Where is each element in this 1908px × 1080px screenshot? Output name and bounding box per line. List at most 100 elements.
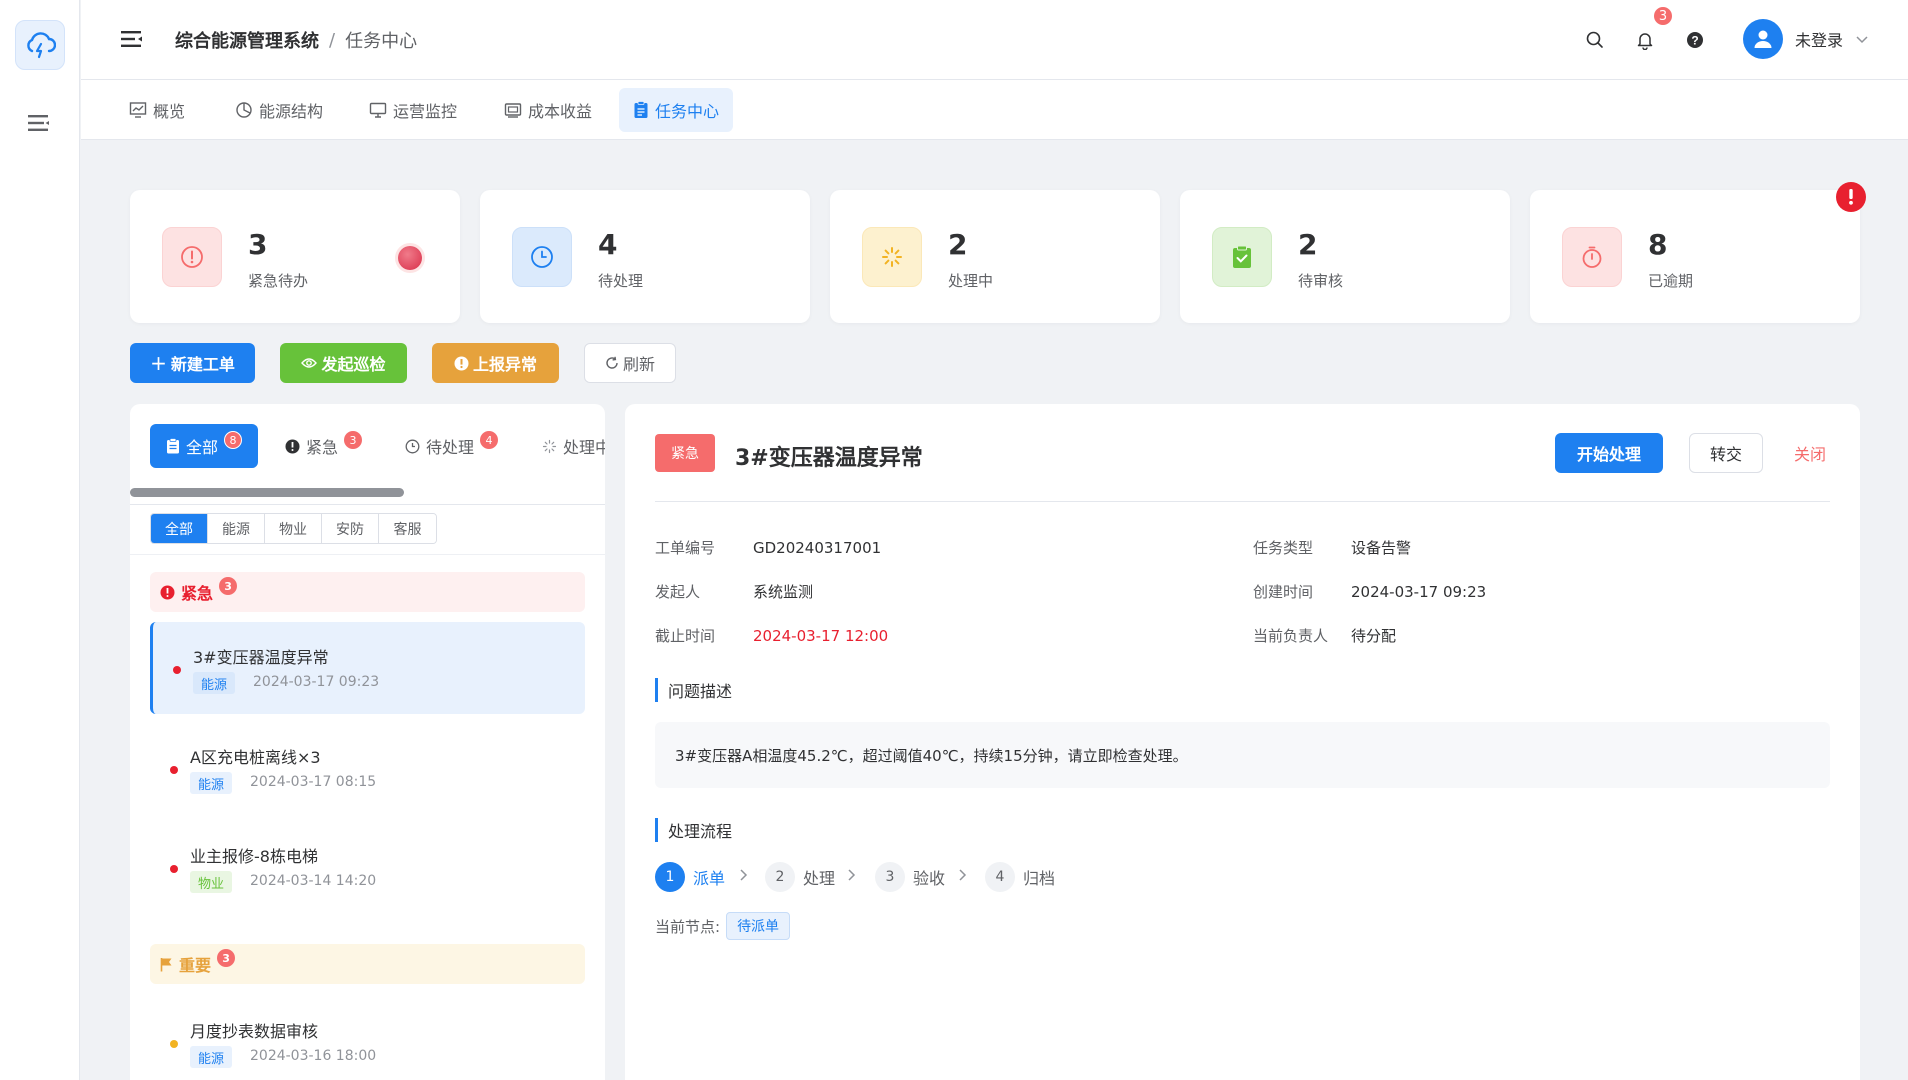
clock-icon [405, 439, 420, 453]
group-header-important[interactable]: 重要 3 [150, 944, 585, 984]
help-icon[interactable]: ? [1685, 30, 1705, 54]
chevron-down-icon [1856, 36, 1868, 44]
alert-circle-icon [454, 356, 469, 370]
task-tag: 能源 [193, 672, 236, 694]
flow-step-dispatch[interactable]: 1 派单 [655, 862, 725, 892]
tab-label: 任务中心 [655, 102, 720, 121]
start-process-button[interactable]: 开始处理 [1555, 433, 1663, 473]
chevron-right-icon [740, 869, 748, 881]
category-security[interactable]: 安防 [322, 514, 379, 543]
breadcrumb: 综合能源管理系统 / 任务中心 [175, 27, 417, 53]
task-time: 2024-03-17 09:23 [253, 674, 380, 690]
field-label: 任务类型 [1253, 539, 1314, 557]
tab-energy-structure[interactable]: 能源结构 [221, 88, 337, 132]
menu-icon[interactable] [28, 114, 50, 136]
breadcrumb-app[interactable]: 综合能源管理系统 [175, 27, 319, 53]
field-value: 2024-03-17 09:23 [1351, 583, 1487, 601]
stat-value: 3 [248, 228, 268, 261]
pulse-dot-icon [398, 246, 422, 270]
field-order-no: 工单编号 GD20240317001 [655, 537, 881, 558]
category-service[interactable]: 客服 [379, 514, 436, 543]
stat-card-urgent[interactable]: 3 紧急待办 [130, 190, 460, 323]
start-inspection-button[interactable]: 发起巡检 [280, 343, 407, 383]
task-item[interactable]: 月度抄表数据审核 能源 2024-03-16 18:00 [150, 996, 585, 1080]
left-rail [0, 0, 80, 1080]
stat-card-processing[interactable]: 2 处理中 [830, 190, 1160, 323]
svg-text:?: ? [1691, 34, 1698, 48]
stat-card-review[interactable]: 2 待审核 [1180, 190, 1510, 323]
tab-cost-revenue[interactable]: 成本收益 [490, 88, 606, 132]
refresh-label: 刷新 [622, 355, 655, 374]
user-name: 未登录 [1794, 31, 1843, 50]
tab-task-center[interactable]: 任务中心 [619, 88, 734, 132]
category-all[interactable]: 全部 [151, 514, 208, 543]
search-icon[interactable] [1585, 30, 1605, 54]
urgent-alert-icon [162, 227, 222, 287]
field-label: 工单编号 [655, 539, 716, 557]
user-menu[interactable]: 未登录 [1742, 19, 1869, 59]
breadcrumb-current: 任务中心 [345, 31, 418, 52]
flow-step-acceptance[interactable]: 3 验收 [875, 862, 945, 892]
chevron-right-icon [848, 869, 856, 881]
field-label: 发起人 [655, 583, 701, 601]
stat-card-overdue[interactable]: 8 已逾期 [1530, 182, 1866, 323]
status-tab-urgent[interactable]: 紧急 3 [285, 424, 363, 468]
tabs-scrollbar[interactable] [130, 488, 404, 497]
task-item[interactable]: 3#变压器温度异常 能源 2024-03-17 09:23 [150, 622, 585, 714]
status-tab-processing[interactable]: 处理中 [542, 424, 605, 468]
field-value: 系统监测 [753, 583, 814, 601]
group-count: 3 [219, 577, 238, 595]
plus-icon: + [150, 351, 167, 375]
step-label: 派单 [693, 869, 726, 888]
divider [130, 504, 605, 505]
close-button[interactable]: 关闭 [1785, 433, 1835, 473]
clipboard-icon [634, 101, 648, 118]
bell-icon[interactable] [1635, 30, 1655, 54]
step-number: 1 [655, 862, 685, 892]
tab-operation-monitor[interactable]: 运营监控 [355, 88, 471, 132]
stat-card-pending[interactable]: 4 待处理 [480, 190, 810, 323]
task-title: 月度抄表数据审核 [190, 1022, 319, 1041]
task-time: 2024-03-16 18:00 [250, 1048, 377, 1064]
task-item[interactable]: A区充电桩离线×3 能源 2024-03-17 08:15 [150, 722, 585, 814]
alert-circle-icon [160, 585, 175, 599]
tab-overview[interactable]: 概览 [115, 88, 199, 132]
task-item[interactable]: 业主报修-8栋电梯 物业 2024-03-14 14:20 [150, 821, 585, 913]
transfer-button[interactable]: 转交 [1689, 433, 1763, 473]
notification-badge: 3 [1652, 5, 1674, 27]
user-icon [1754, 30, 1772, 48]
clock-icon [512, 227, 572, 287]
section-flow-title: 处理流程 [655, 818, 732, 842]
new-order-button[interactable]: + 新建工单 [130, 343, 255, 383]
category-energy[interactable]: 能源 [208, 514, 265, 543]
collapse-menu-icon[interactable] [121, 30, 143, 52]
category-filter: 全部 能源 物业 安防 客服 [150, 513, 437, 544]
category-property[interactable]: 物业 [265, 514, 322, 543]
status-tab-pending[interactable]: 待处理 4 [405, 424, 499, 468]
divider [655, 501, 1830, 502]
report-anomaly-button[interactable]: 上报异常 [432, 343, 559, 383]
stat-label: 处理中 [948, 272, 994, 290]
money-icon [504, 103, 522, 118]
logo[interactable] [15, 20, 65, 70]
group-header-urgent[interactable]: 紧急 3 [150, 572, 585, 612]
task-detail-panel: 紧急 3#变压器温度异常 开始处理 转交 关闭 工单编号 GD2024031700… [625, 404, 1860, 1080]
priority-dot [173, 666, 181, 674]
stopwatch-icon [1562, 227, 1622, 287]
loading-icon [862, 227, 922, 287]
status-tab-all[interactable]: 全部 8 [150, 424, 259, 468]
stat-value: 2 [1298, 228, 1318, 261]
new-order-label: 新建工单 [170, 355, 235, 374]
task-time: 2024-03-14 14:20 [250, 873, 377, 889]
flow-step-archive[interactable]: 4 归档 [985, 862, 1055, 892]
task-tag: 能源 [190, 772, 233, 794]
refresh-button[interactable]: 刷新 [584, 343, 676, 383]
cloud-bolt-icon [27, 32, 56, 59]
refresh-icon [606, 356, 618, 369]
current-node: 当前节点: 待派单 [655, 912, 791, 940]
task-list-panel: 全部 8 紧急 3 待处理 4 处理中 全部 能源 物业 安防 客服 紧急 3 … [130, 404, 605, 1080]
problem-description: 3#变压器A相温度45.2℃，超过阈值40℃，持续15分钟，请立即检查处理。 [655, 722, 1830, 788]
app-root: 综合能源管理系统 / 任务中心 3 ? 未登录 概览 能源结构 运营监控 成本收… [0, 0, 1908, 1080]
step-label: 处理 [803, 869, 836, 888]
flow-step-process[interactable]: 2 处理 [765, 862, 835, 892]
